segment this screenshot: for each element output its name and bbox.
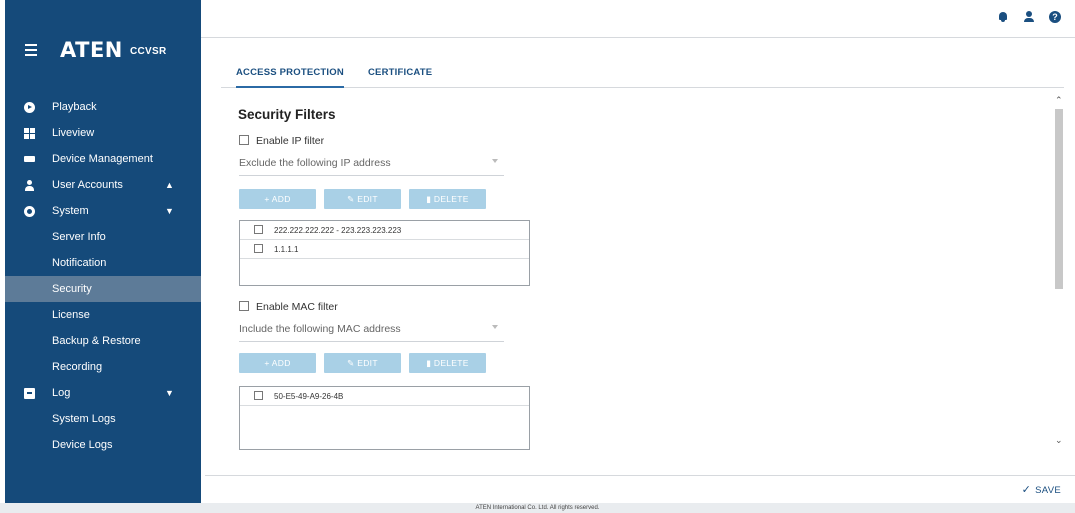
sidebar-item-device-logs[interactable]: Device Logs bbox=[5, 432, 201, 458]
button-label: EDIT bbox=[357, 358, 378, 368]
mac-filter-actions: + ADD ✎ EDIT ▮ DELETE bbox=[239, 353, 486, 373]
save-button[interactable]: ✓ SAVE bbox=[1022, 483, 1061, 496]
sidebar-item-label: System bbox=[52, 205, 89, 217]
top-bar: ? bbox=[201, 0, 1075, 38]
sidebar-item-system[interactable]: System ▼ bbox=[5, 198, 201, 224]
brand: ATEN CCVSR bbox=[5, 38, 201, 64]
sidebar-nav: Playback Liveview Device Management User… bbox=[5, 94, 201, 458]
mac-edit-button[interactable]: ✎ EDIT bbox=[324, 353, 401, 373]
sidebar-item-liveview[interactable]: Liveview bbox=[5, 120, 201, 146]
product-name: CCVSR bbox=[130, 46, 167, 57]
log-icon bbox=[24, 388, 35, 399]
mac-filter-mode-select[interactable]: Include the following MAC address bbox=[239, 320, 504, 342]
chevron-down-icon: ▼ bbox=[165, 388, 174, 398]
checkbox-icon[interactable] bbox=[254, 225, 263, 234]
sidebar-item-label: Liveview bbox=[52, 127, 95, 139]
sidebar-item-label: Playback bbox=[52, 101, 97, 113]
checkbox-icon[interactable] bbox=[254, 244, 263, 253]
chevron-up-icon: ▲ bbox=[165, 180, 174, 190]
sidebar-item-playback[interactable]: Playback bbox=[5, 94, 201, 120]
mac-entry: 50-E5-49-A9-26-4B bbox=[274, 392, 344, 401]
ip-entry: 1.1.1.1 bbox=[274, 245, 299, 254]
ip-filter-mode-select[interactable]: Exclude the following IP address bbox=[239, 154, 504, 176]
scroll-thumb[interactable] bbox=[1055, 109, 1063, 289]
device-icon bbox=[24, 156, 35, 162]
tab-access-protection[interactable]: ACCESS PROTECTION bbox=[236, 67, 344, 88]
button-label: DELETE bbox=[433, 194, 469, 204]
button-label: DELETE bbox=[433, 358, 469, 368]
save-bar: ✓ SAVE bbox=[205, 475, 1075, 501]
ip-edit-button[interactable]: ✎ EDIT bbox=[324, 189, 401, 209]
ip-entry: 222.222.222.222 - 223.223.223.223 bbox=[274, 226, 402, 235]
mac-delete-button[interactable]: ▮ DELETE bbox=[409, 353, 486, 373]
tab-bar: ACCESS PROTECTION CERTIFICATE bbox=[221, 60, 1064, 88]
sidebar-item-recording[interactable]: Recording bbox=[5, 354, 201, 380]
bell-icon[interactable] bbox=[997, 11, 1009, 23]
sidebar-item-backup-restore[interactable]: Backup & Restore bbox=[5, 328, 201, 354]
gear-icon bbox=[24, 206, 35, 217]
list-item[interactable]: 1.1.1.1 bbox=[240, 240, 529, 259]
ip-filter-actions: + ADD ✎ EDIT ▮ DELETE bbox=[239, 189, 486, 209]
play-circle-icon bbox=[24, 102, 35, 113]
chevron-up-icon[interactable]: ⌃ bbox=[1055, 95, 1063, 106]
sidebar-item-log[interactable]: Log ▼ bbox=[5, 380, 201, 406]
button-label: EDIT bbox=[357, 194, 378, 204]
checkbox-icon bbox=[239, 135, 249, 145]
checkbox-icon[interactable] bbox=[254, 391, 263, 400]
top-icons: ? bbox=[997, 11, 1061, 23]
content-scrollbar[interactable]: ⌃ ⌄ bbox=[1053, 95, 1065, 450]
grid-icon bbox=[24, 128, 35, 139]
chevron-down-icon: ▼ bbox=[165, 206, 174, 216]
sidebar-item-device-management[interactable]: Device Management bbox=[5, 146, 201, 172]
sidebar-item-security[interactable]: Security bbox=[5, 276, 201, 302]
sidebar-item-label: Device Management bbox=[52, 153, 153, 165]
checkbox-icon bbox=[239, 301, 249, 311]
sidebar-item-label: Log bbox=[52, 387, 71, 399]
dropdown-arrow-icon bbox=[492, 159, 498, 163]
sidebar-item-license[interactable]: License bbox=[5, 302, 201, 328]
dropdown-arrow-icon bbox=[492, 325, 498, 329]
mac-filter-list: 50-E5-49-A9-26-4B bbox=[239, 386, 530, 450]
hamburger-menu-icon[interactable] bbox=[25, 44, 37, 56]
sidebar-item-notification[interactable]: Notification bbox=[5, 250, 201, 276]
check-icon: ✓ bbox=[1021, 484, 1032, 496]
ip-add-button[interactable]: + ADD bbox=[239, 189, 316, 209]
checkbox-label: Enable IP filter bbox=[256, 135, 325, 147]
select-value: Exclude the following IP address bbox=[239, 157, 391, 169]
ip-filter-list: 222.222.222.222 - 223.223.223.223 1.1.1.… bbox=[239, 220, 530, 286]
checkbox-label: Enable MAC filter bbox=[256, 301, 338, 313]
aten-logo: ATEN bbox=[60, 38, 123, 62]
user-icon[interactable] bbox=[1023, 11, 1035, 23]
tab-certificate[interactable]: CERTIFICATE bbox=[368, 67, 432, 78]
enable-ip-filter-checkbox[interactable]: Enable IP filter bbox=[239, 135, 324, 147]
sidebar-item-user-accounts[interactable]: User Accounts ▲ bbox=[5, 172, 201, 198]
app-root: ATEN CCVSR Playback Liveview Device Mana… bbox=[0, 0, 1075, 513]
security-content: Security Filters Enable IP filter Exclud… bbox=[221, 89, 1064, 461]
chevron-down-icon[interactable]: ⌄ bbox=[1055, 435, 1063, 446]
section-title: Security Filters bbox=[238, 107, 336, 122]
mac-add-button[interactable]: + ADD bbox=[239, 353, 316, 373]
help-icon[interactable]: ? bbox=[1049, 11, 1061, 23]
select-value: Include the following MAC address bbox=[239, 323, 401, 335]
list-item[interactable]: 50-E5-49-A9-26-4B bbox=[240, 387, 529, 406]
footer-copyright: ATEN International Co. Ltd. All rights r… bbox=[0, 503, 1075, 513]
sidebar: ATEN CCVSR Playback Liveview Device Mana… bbox=[5, 0, 201, 503]
sidebar-item-system-logs[interactable]: System Logs bbox=[5, 406, 201, 432]
ip-delete-button[interactable]: ▮ DELETE bbox=[409, 189, 486, 209]
save-label: SAVE bbox=[1035, 485, 1061, 496]
user-icon bbox=[24, 180, 35, 191]
sidebar-item-label: User Accounts bbox=[52, 179, 123, 191]
list-item[interactable]: 222.222.222.222 - 223.223.223.223 bbox=[240, 221, 529, 240]
sidebar-item-server-info[interactable]: Server Info bbox=[5, 224, 201, 250]
enable-mac-filter-checkbox[interactable]: Enable MAC filter bbox=[239, 301, 338, 313]
